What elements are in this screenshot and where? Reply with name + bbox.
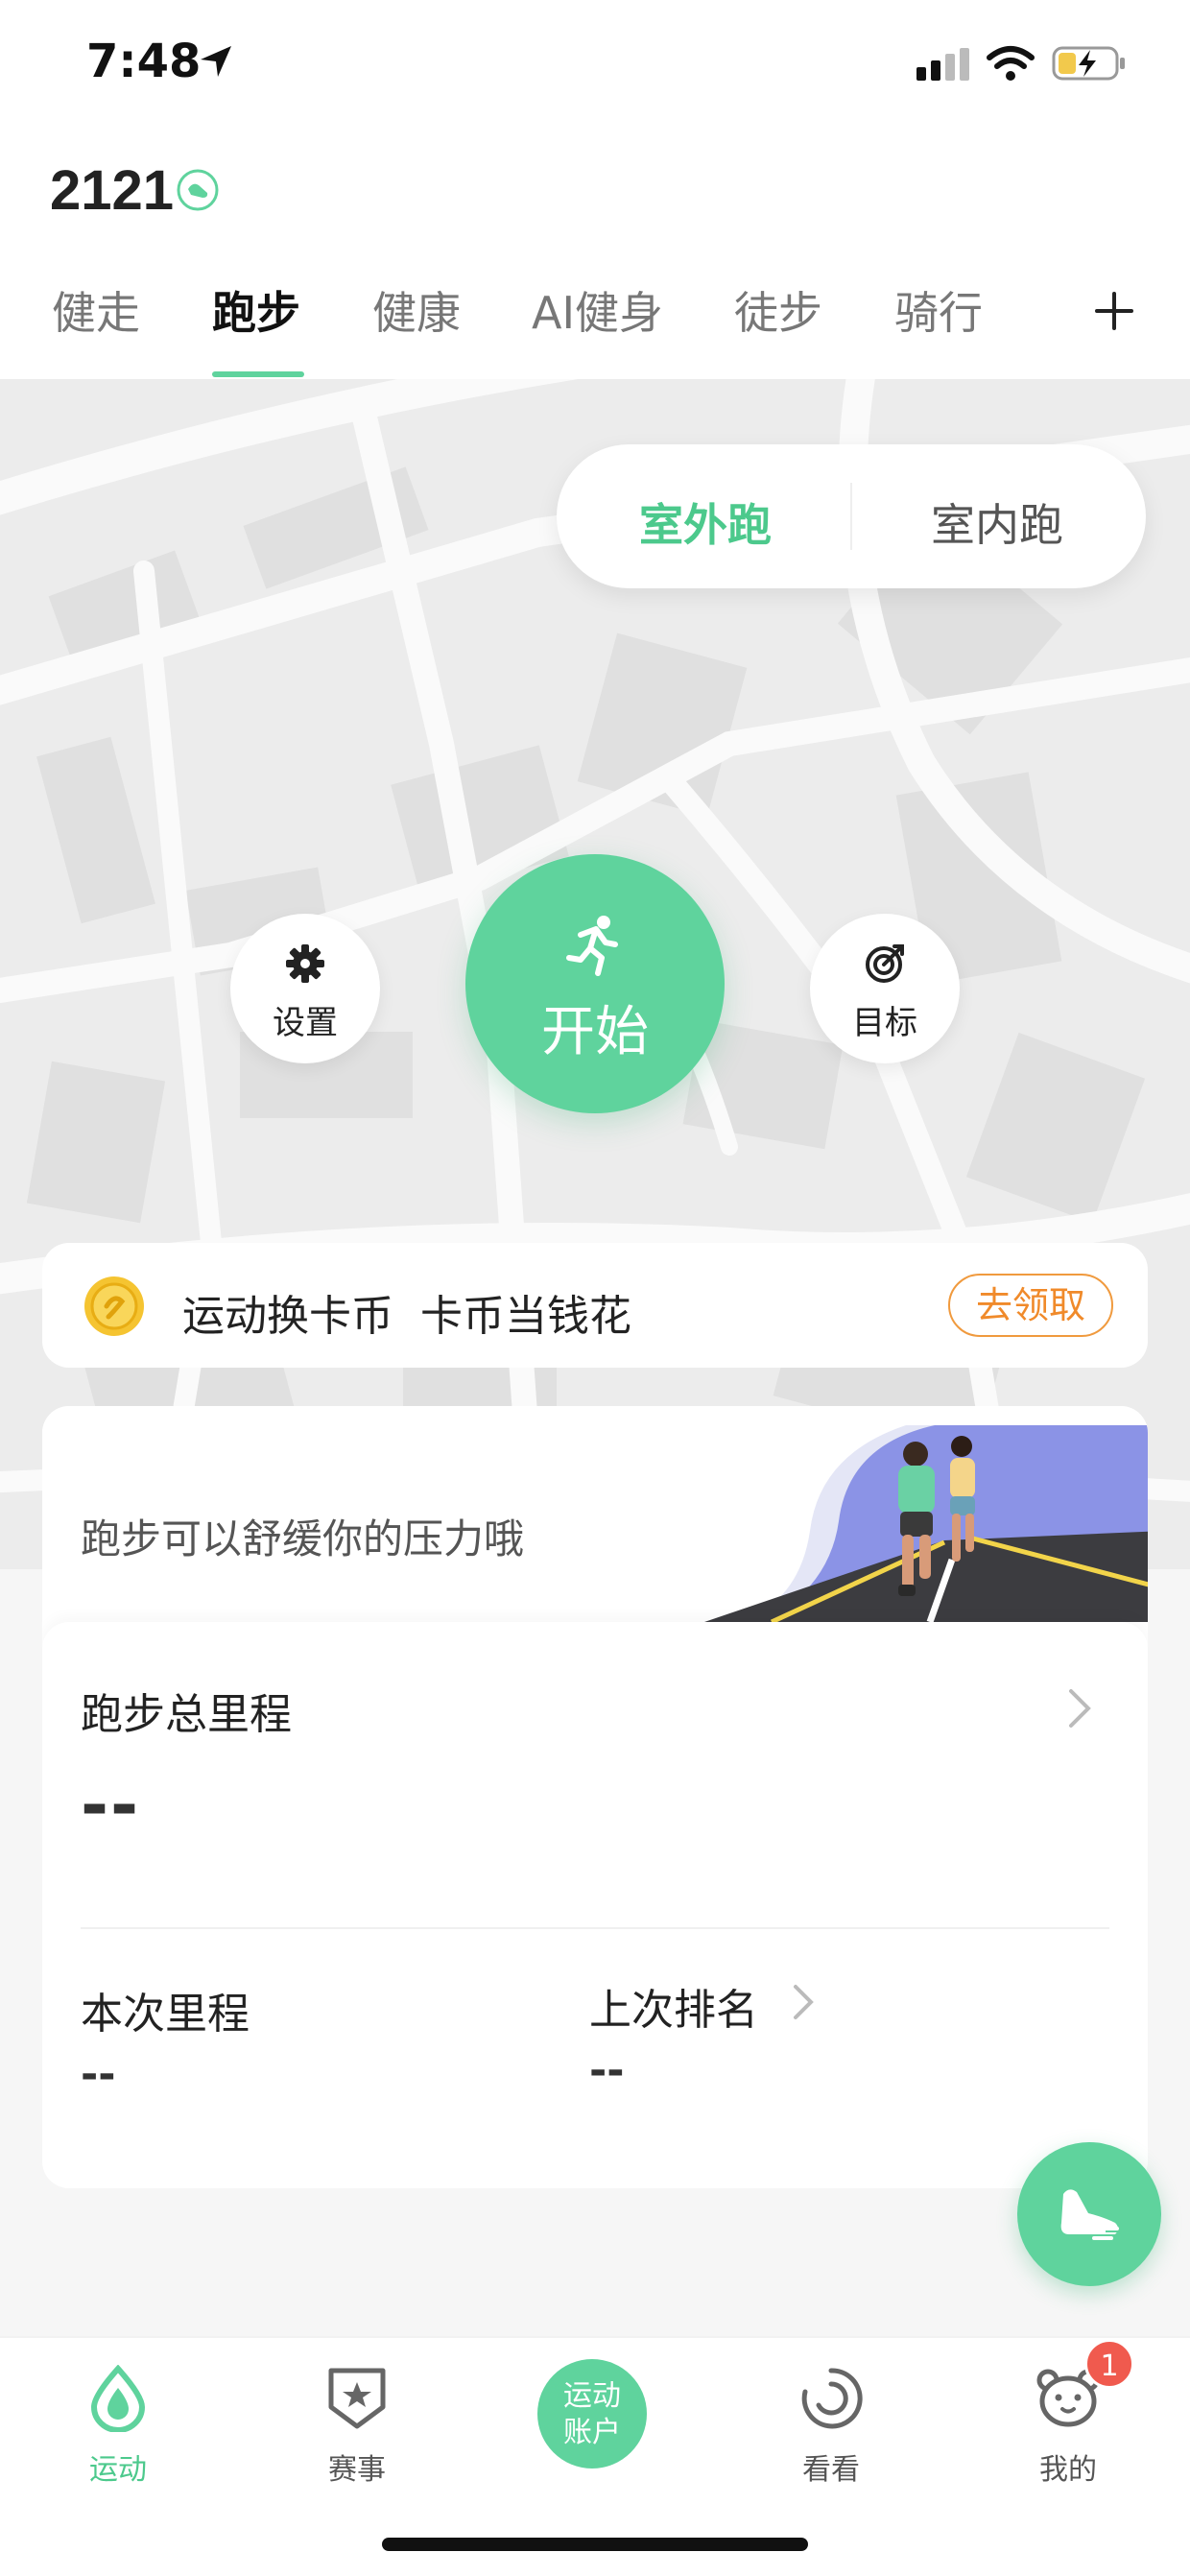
coin-banner[interactable]: 运动换卡币 卡币当钱花 去领取: [42, 1243, 1148, 1368]
status-bar: 7:48: [0, 0, 1190, 134]
nav-profile-label: 我的: [1039, 2453, 1097, 2487]
run-stats: 跑步总里程 -- 本次里程 -- 上次排名 --: [42, 1622, 1148, 2188]
start-run-button[interactable]: 开始: [465, 854, 725, 1113]
coin-icon: [84, 1276, 144, 1336]
claim-button[interactable]: 去领取: [948, 1274, 1113, 1337]
sport-tabs: 健走 跑步 健康 AI健身 徒步 骑行: [0, 278, 1190, 374]
tab-ai-fitness[interactable]: AI健身: [532, 278, 663, 342]
nav-sport[interactable]: 运动: [41, 2365, 195, 2488]
chevron-right-icon[interactable]: [1065, 1687, 1094, 1729]
tab-run[interactable]: 跑步: [212, 278, 300, 342]
tab-cycling[interactable]: 骑行: [894, 278, 983, 342]
active-tab-indicator: [212, 371, 304, 377]
watch-spiral-icon: [801, 2368, 863, 2429]
runners-illustration: [704, 1425, 1148, 1622]
last-rank-value: --: [589, 2046, 625, 2095]
nav-account-line2: 账户: [563, 2416, 621, 2449]
tab-hiking[interactable]: 徒步: [734, 278, 822, 342]
nav-sport-label: 运动: [89, 2453, 147, 2487]
home-indicator[interactable]: [382, 2538, 808, 2551]
tab-walk[interactable]: 健走: [52, 278, 140, 342]
outdoor-run-option[interactable]: 室外跑: [639, 490, 772, 554]
plus-icon[interactable]: [1091, 288, 1137, 334]
wifi-icon: [987, 46, 1035, 81]
settings-button[interactable]: 设置: [230, 914, 380, 1063]
tab-health[interactable]: 健康: [372, 278, 461, 342]
map[interactable]: 室外跑 室内跑 设置 开始 目标: [0, 379, 1190, 1569]
stats-divider: [81, 1927, 1109, 1929]
last-rank-label[interactable]: 上次排名: [589, 1975, 758, 2037]
total-distance-label[interactable]: 跑步总里程: [81, 1680, 292, 1741]
start-label: 开始: [541, 1001, 649, 1063]
run-stats-card: 跑步可以舒缓你的压力哦 跑步总里程 -- 本次里程 -- 上次排名 --: [42, 1406, 1148, 2188]
floating-shoe-button[interactable]: [1017, 2142, 1161, 2286]
coin-banner-text: 运动换卡币 卡币当钱花: [182, 1292, 631, 1341]
runner-icon: [566, 916, 618, 976]
signal-icon: [916, 48, 969, 81]
total-distance-value: --: [81, 1766, 141, 1845]
target-icon: [866, 944, 904, 983]
battery-charging-icon: [1052, 46, 1125, 81]
chevron-right-icon[interactable]: [791, 1983, 816, 2021]
run-mode-toggle: 室外跑 室内跑: [557, 444, 1146, 588]
promo-text: 跑步可以舒缓你的压力哦: [81, 1515, 525, 1562]
gear-icon: [286, 944, 324, 983]
promo-banner[interactable]: 跑步可以舒缓你的压力哦: [42, 1406, 1148, 1622]
event-badge-icon: [328, 2368, 386, 2429]
profile-notification-badge: 1: [1084, 2339, 1134, 2389]
nav-sport-account[interactable]: 运动 账户: [537, 2359, 647, 2469]
location-arrow-icon: [201, 46, 231, 77]
mode-divider: [850, 483, 852, 550]
status-time: 7:48: [86, 35, 202, 88]
nav-events-label: 赛事: [328, 2453, 386, 2487]
sport-drop-icon: [90, 2365, 146, 2432]
indoor-run-option[interactable]: 室内跑: [931, 490, 1063, 554]
running-shoe-icon: [1060, 2189, 1123, 2242]
nav-watch[interactable]: 看看: [754, 2365, 908, 2488]
nav-account-line1: 运动: [563, 2379, 621, 2413]
goal-button[interactable]: 目标: [810, 914, 960, 1063]
shoe-steps-icon: [177, 169, 219, 211]
nav-events[interactable]: 赛事: [280, 2365, 434, 2488]
nav-watch-label: 看看: [802, 2453, 860, 2487]
goal-label: 目标: [852, 1004, 917, 1042]
current-distance-label: 本次里程: [81, 1990, 250, 2039]
current-distance-value: --: [81, 2050, 116, 2099]
header: 2121 健走 跑步 健康 AI健身 徒步 骑行: [0, 134, 1190, 379]
step-count[interactable]: 2121: [50, 158, 174, 223]
settings-label: 设置: [273, 1004, 338, 1042]
